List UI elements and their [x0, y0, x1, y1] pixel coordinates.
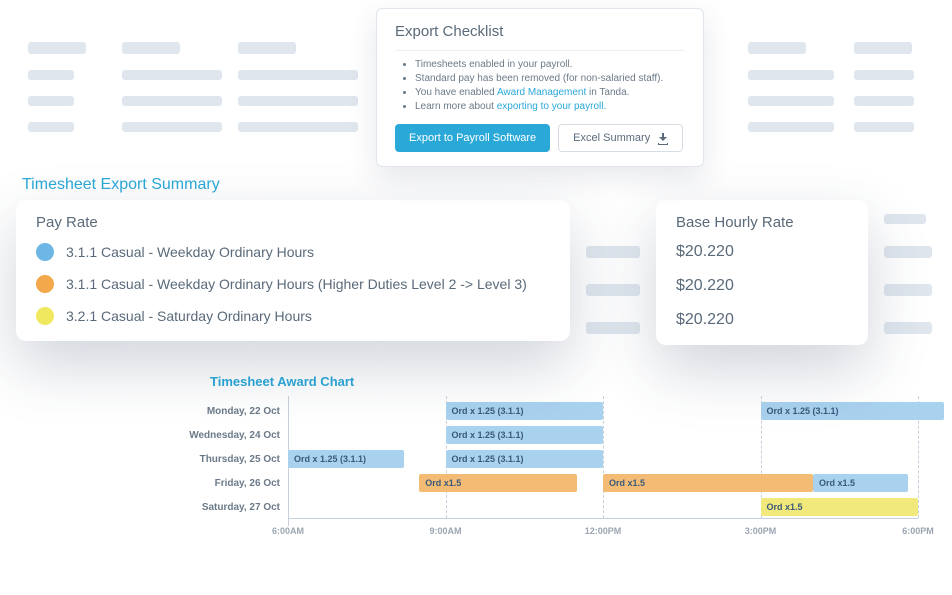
skeleton — [854, 70, 914, 80]
export-checklist-title: Export Checklist — [395, 23, 685, 40]
skeleton — [748, 96, 834, 106]
export-checklist-card: Export Checklist Timesheets enabled in y… — [376, 8, 704, 167]
pay-rate-row: 3.2.1 Casual - Saturday Ordinary Hours — [36, 307, 550, 325]
pay-rate-label: 3.1.1 Casual - Weekday Ordinary Hours (H… — [66, 276, 527, 292]
color-dot-yellow — [36, 307, 54, 325]
skeleton — [238, 42, 296, 54]
skeleton — [122, 70, 222, 80]
x-tick-label: 3:00PM — [745, 526, 777, 536]
timesheet-award-chart: Monday, 22 Oct Wednesday, 24 Oct Thursda… — [130, 396, 930, 566]
checklist-item: Standard pay has been removed (for non-s… — [415, 73, 685, 84]
skeleton — [28, 42, 86, 54]
award-management-link[interactable]: Award Management — [497, 87, 586, 98]
base-rate-header: Base Hourly Rate — [676, 214, 848, 231]
gantt-row-label: Saturday, 27 Oct — [130, 502, 280, 513]
skeleton — [586, 246, 640, 258]
checklist-item: Timesheets enabled in your payroll. — [415, 59, 685, 70]
skeleton — [238, 122, 358, 132]
skeleton — [748, 122, 834, 132]
skeleton — [122, 122, 222, 132]
gantt-bar[interactable]: Ord x1.5 — [603, 474, 813, 492]
skeleton — [884, 284, 932, 296]
gantt-row-label: Thursday, 25 Oct — [130, 454, 280, 465]
divider — [395, 50, 685, 51]
checklist-items: Timesheets enabled in your payroll. Stan… — [395, 59, 685, 112]
base-rate-value: $20.220 — [676, 311, 848, 329]
gantt-row-label: Wednesday, 24 Oct — [130, 430, 280, 441]
base-rate-value: $20.220 — [676, 277, 848, 295]
excel-summary-button[interactable]: Excel Summary — [558, 124, 683, 152]
gantt-bar[interactable]: Ord x 1.25 (3.1.1) — [446, 426, 604, 444]
skeleton — [884, 246, 932, 258]
skeleton — [122, 96, 222, 106]
pay-rate-label: 3.1.1 Casual - Weekday Ordinary Hours — [66, 244, 314, 260]
skeleton — [28, 70, 74, 80]
export-help-link[interactable]: exporting to your payroll. — [497, 101, 607, 112]
gantt-bar[interactable]: Ord x1.5 — [813, 474, 908, 492]
timesheet-award-chart-title: Timesheet Award Chart — [210, 374, 354, 389]
gantt-bar[interactable]: Ord x 1.25 (3.1.1) — [761, 402, 945, 420]
gantt-plot-area: 6:00AM9:00AM12:00PM3:00PM6:00PMOrd x 1.2… — [288, 396, 918, 536]
pay-rate-row: 3.1.1 Casual - Weekday Ordinary Hours (H… — [36, 275, 550, 293]
skeleton — [238, 70, 358, 80]
skeleton — [586, 322, 640, 334]
x-tick-label: 6:00AM — [272, 526, 304, 536]
checklist-item: Learn more about exporting to your payro… — [415, 101, 685, 112]
x-tick-label: 9:00AM — [429, 526, 461, 536]
download-icon — [658, 133, 668, 143]
skeleton — [122, 42, 180, 54]
checklist-item: You have enabled Award Management in Tan… — [415, 87, 685, 98]
gantt-row-label: Monday, 22 Oct — [130, 406, 280, 417]
gantt-bar[interactable]: Ord x 1.25 (3.1.1) — [446, 402, 604, 420]
gantt-bar[interactable]: Ord x 1.25 (3.1.1) — [288, 450, 404, 468]
export-to-payroll-button[interactable]: Export to Payroll Software — [395, 124, 550, 152]
skeleton — [854, 42, 912, 54]
gridline — [603, 396, 604, 518]
color-dot-blue — [36, 243, 54, 261]
timesheet-export-summary-title: Timesheet Export Summary — [22, 176, 220, 194]
skeleton — [884, 214, 926, 224]
pay-rate-row: 3.1.1 Casual - Weekday Ordinary Hours — [36, 243, 550, 261]
gantt-bar[interactable]: Ord x 1.25 (3.1.1) — [446, 450, 604, 468]
pay-rate-card: Pay Rate 3.1.1 Casual - Weekday Ordinary… — [16, 200, 570, 341]
base-rate-value: $20.220 — [676, 243, 848, 261]
pay-rate-header: Pay Rate — [36, 214, 550, 231]
skeleton — [748, 70, 834, 80]
pay-rate-label: 3.2.1 Casual - Saturday Ordinary Hours — [66, 308, 312, 324]
gantt-bar[interactable]: Ord x1.5 — [761, 498, 919, 516]
gantt-row-label: Friday, 26 Oct — [130, 478, 280, 489]
skeleton — [238, 96, 358, 106]
x-tick-label: 12:00PM — [585, 526, 622, 536]
x-tick-label: 6:00PM — [902, 526, 934, 536]
base-rate-card: Base Hourly Rate $20.220 $20.220 $20.220 — [656, 200, 868, 345]
color-dot-orange — [36, 275, 54, 293]
skeleton — [748, 42, 806, 54]
excel-summary-label: Excel Summary — [573, 132, 650, 144]
skeleton — [854, 122, 914, 132]
skeleton — [28, 122, 74, 132]
skeleton — [884, 322, 932, 334]
skeleton — [28, 96, 74, 106]
gantt-bar[interactable]: Ord x1.5 — [419, 474, 577, 492]
skeleton — [586, 284, 640, 296]
skeleton — [854, 96, 914, 106]
